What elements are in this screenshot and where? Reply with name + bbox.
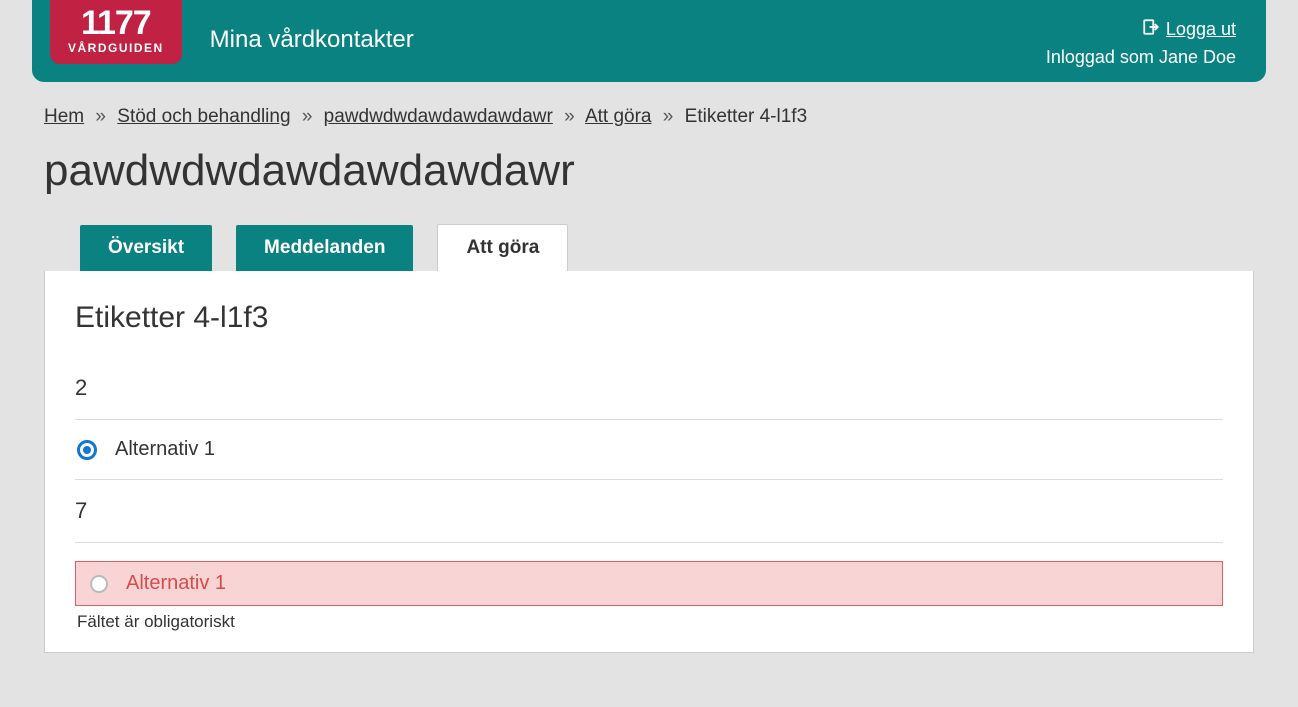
breadcrumb-link-attgora[interactable]: Att göra <box>585 106 652 127</box>
breadcrumb-current: Etiketter 4-l1f3 <box>685 106 808 127</box>
tab-oversikt[interactable]: Översikt <box>80 225 212 271</box>
radio-label-2: Alternativ 1 <box>126 572 226 595</box>
question-label-2: 7 <box>75 498 1223 524</box>
question-group-1: 2 <box>75 357 1223 420</box>
content-panel: Etiketter 4-l1f3 2 Alternativ 1 7 Altern… <box>44 271 1254 653</box>
tab-attgora[interactable]: Att göra <box>437 224 568 271</box>
radio-input-1[interactable] <box>77 440 97 460</box>
radio-label-1: Alternativ 1 <box>115 438 215 461</box>
breadcrumb-link-stod[interactable]: Stöd och behandling <box>117 106 290 127</box>
breadcrumb-separator: » <box>95 106 106 127</box>
header-right: Logga ut Inloggad som Jane Doe <box>1046 18 1236 68</box>
breadcrumb-link-hem[interactable]: Hem <box>44 106 84 127</box>
error-message: Fältet är obligatoriskt <box>75 612 1223 632</box>
logo[interactable]: 1177 VÅRDGUIDEN <box>50 0 182 64</box>
breadcrumb-link-program[interactable]: pawdwdwdawdawdawdawr <box>324 106 553 127</box>
error-radio-row: Alternativ 1 <box>75 561 1223 606</box>
tab-meddelanden[interactable]: Meddelanden <box>236 225 413 271</box>
page-title: pawdwdwdawdawdawdawr <box>44 146 1254 196</box>
logged-in-text: Inloggad som Jane Doe <box>1046 47 1236 68</box>
tabs-row: Översikt Meddelanden Att göra <box>80 224 1254 271</box>
section-heading: Etiketter 4-l1f3 <box>75 301 1223 335</box>
logout-label: Logga ut <box>1166 19 1236 40</box>
question-label-1: 2 <box>75 375 1223 401</box>
logo-subtitle: VÅRDGUIDEN <box>68 42 164 54</box>
logged-in-prefix: Inloggad som <box>1046 47 1159 67</box>
logout-link[interactable]: Logga ut <box>1142 18 1236 41</box>
question-group-2: 7 <box>75 479 1223 543</box>
breadcrumb: Hem » Stöd och behandling » pawdwdwdawda… <box>44 106 1254 128</box>
radio-input-2[interactable] <box>90 575 108 593</box>
site-title: Mina vårdkontakter <box>210 26 414 54</box>
radio-checked-icon <box>83 446 91 454</box>
breadcrumb-separator: » <box>663 106 674 127</box>
header-bar: 1177 VÅRDGUIDEN Mina vårdkontakter Logga… <box>32 0 1266 82</box>
logout-icon <box>1142 18 1160 41</box>
radio-row-1: Alternativ 1 <box>75 420 1223 465</box>
logo-number: 1177 <box>68 6 164 40</box>
user-name: Jane Doe <box>1159 47 1236 67</box>
breadcrumb-separator: » <box>564 106 575 127</box>
breadcrumb-separator: » <box>302 106 313 127</box>
